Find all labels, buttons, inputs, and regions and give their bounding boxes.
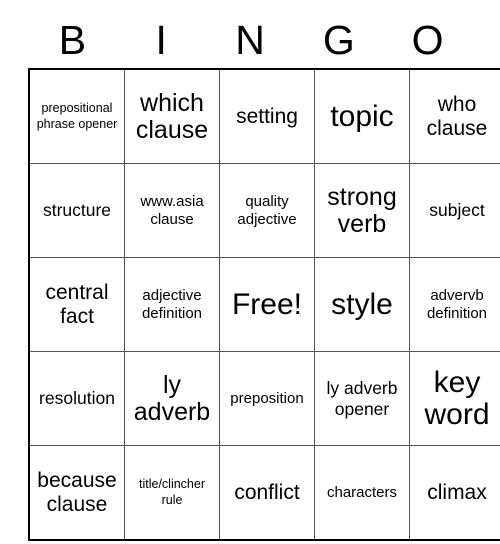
bingo-cell-label: conflict: [234, 480, 300, 504]
bingo-cell-label: climax: [427, 480, 487, 504]
bingo-cell-label: ly adverb opener: [326, 378, 398, 419]
bingo-cell-label: setting: [236, 104, 298, 128]
bingo-cell[interactable]: preposition: [219, 351, 315, 446]
bingo-row: resolution ly adverb preposition ly adve…: [28, 351, 500, 446]
bingo-cell-label: style: [331, 287, 393, 321]
bingo-header-letter-i: I: [155, 16, 167, 63]
bingo-row: structure www.asia clause quality adject…: [28, 163, 500, 258]
bingo-cell-label: quality adjective: [237, 192, 297, 228]
bingo-cell-label: strong verb: [327, 182, 397, 238]
bingo-cell[interactable]: ly adverb: [124, 351, 220, 446]
bingo-cell-label: which clause: [135, 88, 209, 144]
bingo-cell-label: characters: [326, 483, 398, 501]
bingo-cell[interactable]: structure: [28, 163, 125, 258]
bingo-cell[interactable]: central fact: [28, 257, 125, 352]
bingo-cell[interactable]: ly adverb opener: [314, 351, 410, 446]
bingo-cell-label: www.asia clause: [140, 192, 204, 228]
bingo-cell[interactable]: who clause: [409, 68, 500, 164]
bingo-cell[interactable]: resolution: [28, 351, 125, 446]
bingo-cell[interactable]: subject: [409, 163, 500, 258]
bingo-cell-label: who clause: [426, 92, 488, 140]
bingo-cell-label: topic: [330, 99, 394, 133]
bingo-cell-label: because clause: [37, 468, 117, 516]
bingo-cell-label: central fact: [45, 280, 109, 328]
bingo-cell[interactable]: prepositional phrase opener: [28, 68, 125, 164]
bingo-cell[interactable]: conflict: [219, 445, 315, 541]
bingo-cell[interactable]: advervb definition: [409, 257, 500, 352]
bingo-cell-label: prepositional phrase opener: [36, 101, 118, 131]
bingo-header-letter-o: O: [411, 16, 444, 63]
bingo-row: central fact adjective definition Free! …: [28, 257, 500, 352]
bingo-cell-label: key word: [424, 365, 490, 431]
bingo-cell[interactable]: which clause: [124, 68, 220, 164]
bingo-cell[interactable]: style: [314, 257, 410, 352]
bingo-cell[interactable]: strong verb: [314, 163, 410, 258]
bingo-cell-free-space[interactable]: Free!: [219, 257, 315, 352]
bingo-grid: prepositional phrase opener which clause…: [28, 68, 500, 541]
bingo-cell[interactable]: quality adjective: [219, 163, 315, 258]
bingo-header-row: B I N G O: [28, 12, 472, 68]
bingo-row: because clause title/clincher rule confl…: [28, 445, 500, 541]
bingo-cell[interactable]: title/clincher rule: [124, 445, 220, 541]
bingo-cell-label: advervb definition: [426, 286, 488, 322]
bingo-header-letter-b: B: [58, 16, 87, 63]
bingo-cell-label: preposition: [230, 389, 304, 407]
bingo-row: prepositional phrase opener which clause…: [28, 68, 500, 164]
bingo-cell[interactable]: www.asia clause: [124, 163, 220, 258]
bingo-cell[interactable]: adjective definition: [124, 257, 220, 352]
bingo-cell-label: subject: [429, 200, 485, 221]
bingo-cell[interactable]: because clause: [28, 445, 125, 541]
bingo-cell-label: ly adverb: [133, 370, 211, 426]
bingo-cell-label: adjective definition: [141, 286, 203, 322]
bingo-card: B I N G O prepositional phrase opener wh…: [28, 12, 500, 541]
bingo-cell[interactable]: characters: [314, 445, 410, 541]
bingo-cell-label: title/clincher rule: [139, 477, 205, 507]
bingo-cell[interactable]: setting: [219, 68, 315, 164]
bingo-header-letter-g: G: [322, 16, 355, 63]
bingo-cell[interactable]: key word: [409, 351, 500, 446]
bingo-cell-label: structure: [42, 200, 112, 221]
bingo-cell[interactable]: topic: [314, 68, 410, 164]
bingo-header-letter-n: N: [235, 16, 265, 63]
bingo-cell-label: resolution: [39, 388, 115, 409]
bingo-cell-label: Free!: [231, 287, 303, 321]
bingo-cell[interactable]: climax: [409, 445, 500, 541]
